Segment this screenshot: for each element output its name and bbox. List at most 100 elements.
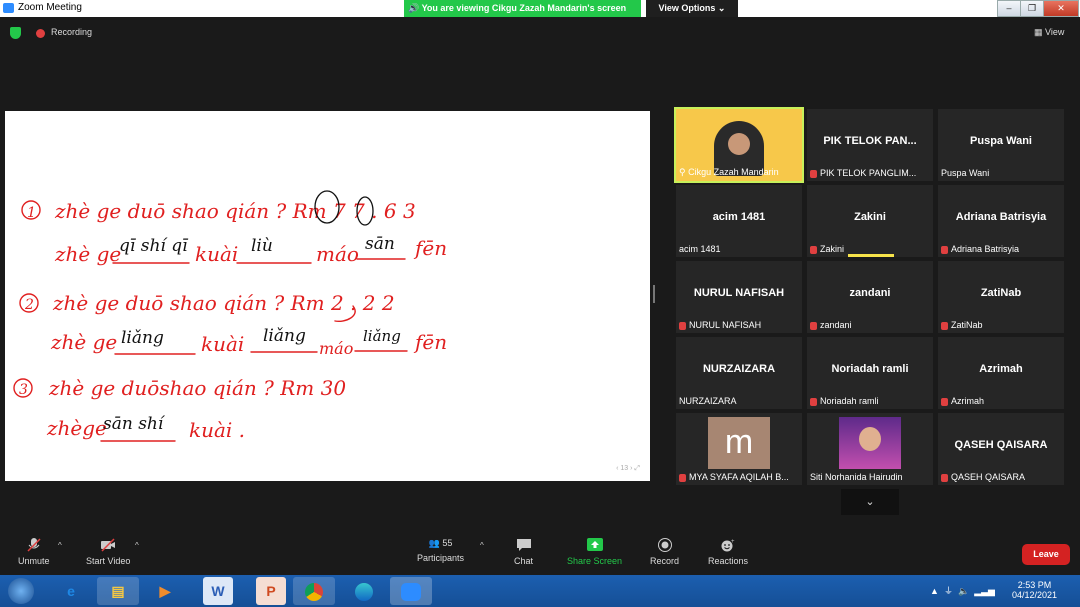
- participants-button[interactable]: 👥 55 Participants: [417, 538, 464, 563]
- participant-label: Azrimah: [951, 396, 985, 406]
- handwritten-slide: 1 zhè ge duō shao qián ? Rm 7 7 . 6 3 zh…: [13, 190, 447, 442]
- participant-tile[interactable]: ZatiNab ZatiNab: [938, 261, 1064, 333]
- participant-label: NURUL NAFISAH: [689, 320, 762, 330]
- powerpoint-icon[interactable]: P: [256, 577, 286, 605]
- leave-meeting-button[interactable]: Leave: [1022, 544, 1070, 565]
- muted-mic-icon: [27, 538, 41, 552]
- file-explorer-icon[interactable]: ▤: [97, 577, 139, 605]
- view-options-label: View Options: [658, 3, 716, 13]
- participants-options-caret[interactable]: ^: [480, 541, 484, 550]
- zoom-app-icon: [3, 3, 14, 13]
- media-player-icon[interactable]: ▶: [144, 577, 186, 605]
- reactions-button[interactable]: + Reactions: [708, 538, 748, 566]
- slide-number-1: 1: [27, 205, 36, 221]
- participant-tile[interactable]: Adriana Batrisyia Adriana Batrisyia: [938, 185, 1064, 257]
- start-video-button[interactable]: Start Video: [86, 538, 130, 566]
- avatar: m: [708, 417, 770, 469]
- record-button[interactable]: Record: [650, 538, 679, 566]
- minimize-button[interactable]: –: [997, 0, 1021, 17]
- network-icon[interactable]: ⏚: [944, 586, 953, 596]
- clock-time: 2:53 PM: [1017, 580, 1052, 590]
- participant-tile[interactable]: Puspa Wani Puspa Wani: [938, 109, 1064, 181]
- slide-answer-3-prefix: zhège: [46, 416, 107, 440]
- participant-label: Adriana Batrisyia: [951, 244, 1020, 254]
- gallery-view-button[interactable]: ▦ View: [1034, 27, 1064, 38]
- system-tray[interactable]: ▲ ⏚ 🔈 ▂▃▅: [930, 584, 995, 597]
- teacher-face: [728, 133, 750, 155]
- participant-tile[interactable]: Siti Norhanida Hairudin: [807, 413, 933, 485]
- participant-label: PIK TELOK PANGLIM...: [820, 168, 917, 178]
- participants-count: 55: [442, 538, 453, 548]
- gallery-next-page-button[interactable]: ⌄: [841, 489, 899, 515]
- restore-button[interactable]: ❐: [1020, 0, 1044, 17]
- participant-tile[interactable]: m MYA SYAFA AQILAH B...: [676, 413, 802, 485]
- volume-icon[interactable]: 🔈: [958, 586, 969, 596]
- slide-answer-2-blank1: liǎng: [121, 328, 164, 348]
- participant-tile[interactable]: PIK TELOK PAN... PIK TELOK PANGLIM...: [807, 109, 933, 181]
- participant-label: MYA SYAFA AQILAH B...: [689, 472, 789, 482]
- chat-button[interactable]: Chat: [514, 538, 533, 566]
- word-icon[interactable]: W: [203, 577, 233, 605]
- recording-label: Recording: [51, 27, 93, 37]
- reactions-label: Reactions: [708, 556, 749, 566]
- edge-icon[interactable]: [343, 577, 385, 605]
- zoom-taskbar-icon[interactable]: [390, 577, 432, 605]
- unmute-label: Unmute: [18, 556, 50, 566]
- participant-name: Puspa Wani: [970, 135, 1032, 147]
- video-off-icon: [101, 538, 116, 552]
- window-title: Zoom Meeting: [18, 2, 82, 13]
- profile-face: [859, 427, 881, 451]
- unmute-button[interactable]: Unmute: [18, 538, 50, 566]
- participant-name: zandani: [849, 287, 891, 299]
- slide-answer-1-mao: máo: [316, 242, 359, 266]
- video-options-caret[interactable]: ^: [135, 541, 139, 550]
- slide-answer-2-mao: máo: [319, 339, 353, 358]
- share-screen-label: Share Screen: [567, 556, 623, 566]
- view-options-button[interactable]: View Options ⌄: [646, 0, 738, 17]
- participant-tile[interactable]: Azrimah Azrimah: [938, 337, 1064, 409]
- muted-mic-icon: [679, 473, 686, 482]
- participant-tile[interactable]: Noriadah ramli Noriadah ramli: [807, 337, 933, 409]
- viewing-text: You are viewing Cikgu Zazah Mandarin's s…: [421, 3, 627, 13]
- participant-name: ZatiNab: [980, 287, 1022, 299]
- start-button[interactable]: [8, 578, 34, 604]
- encryption-shield-icon[interactable]: [10, 27, 21, 39]
- slide-question-3: zhè ge duōshao qián ? Rm 30: [48, 376, 346, 400]
- muted-mic-icon: [810, 245, 817, 254]
- internet-explorer-icon[interactable]: e: [50, 577, 92, 605]
- muted-mic-icon: [679, 321, 686, 330]
- audio-options-caret[interactable]: ^: [58, 541, 62, 550]
- participant-tile[interactable]: acim 1481 acim 1481: [676, 185, 802, 257]
- slide-answer-2-blank2: liǎng: [263, 326, 306, 346]
- pin-icon: ⚲: [679, 167, 689, 177]
- participant-name: NURZAIZARA: [702, 363, 776, 375]
- participant-tile[interactable]: ⚲ Cikgu Zazah Mandarin: [674, 107, 804, 183]
- participant-label: Noriadah ramli: [820, 396, 879, 406]
- slide-navigation[interactable]: ‹ 13 › ⤢: [616, 465, 640, 473]
- slide-answer-1-kuai: kuài: [195, 242, 238, 266]
- chevron-down-icon: ⌄: [865, 496, 875, 508]
- muted-mic-icon: [810, 397, 817, 406]
- participant-name: Noriadah ramli: [831, 363, 909, 375]
- tray-expand-icon[interactable]: ▲: [930, 586, 939, 596]
- reactions-icon: +: [721, 539, 735, 552]
- participant-tile[interactable]: QASEH QAISARA QASEH QAISARA: [938, 413, 1064, 485]
- speaking-indicator: [848, 254, 894, 257]
- slide-answer-3-kuai: kuài .: [189, 418, 245, 442]
- shared-screen: 1 zhè ge duō shao qián ? Rm 7 7 . 6 3 zh…: [5, 111, 650, 481]
- share-screen-button[interactable]: Share Screen: [567, 538, 622, 566]
- slide-answer-1-blank2: liù: [251, 236, 273, 256]
- participant-tile[interactable]: NURZAIZARA NURZAIZARA: [676, 337, 802, 409]
- panel-resize-handle[interactable]: [653, 285, 655, 303]
- slide-answer-2-blank3: liǎng: [363, 327, 401, 345]
- participant-tile[interactable]: zandani zandani: [807, 261, 933, 333]
- chevron-down-icon: ⌄: [717, 3, 726, 13]
- chat-icon: [516, 539, 531, 551]
- taskbar-clock[interactable]: 2:53 PM 04/12/2021: [1012, 580, 1057, 600]
- participant-tile[interactable]: Zakini Zakini: [807, 185, 933, 257]
- chrome-icon[interactable]: [293, 577, 335, 605]
- close-window-button[interactable]: ✕: [1043, 0, 1079, 17]
- signal-icon[interactable]: ▂▃▅: [974, 586, 995, 596]
- participant-tile[interactable]: NURUL NAFISAH NURUL NAFISAH: [676, 261, 802, 333]
- participant-name: NURUL NAFISAH: [693, 287, 785, 299]
